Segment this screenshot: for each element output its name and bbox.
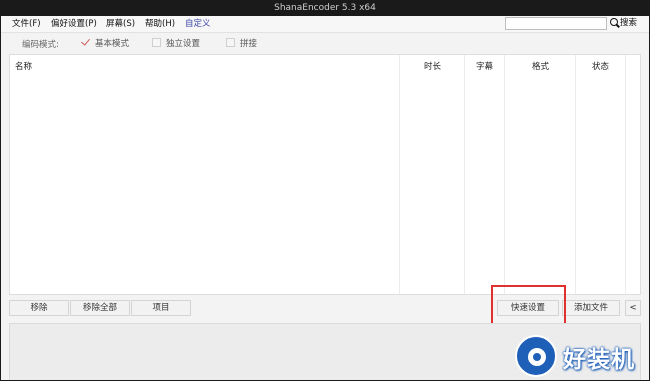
window-title: ShanaEncoder 5.3 x64 (274, 3, 376, 13)
column-header-name[interactable]: 名称 (15, 60, 32, 72)
watermark-logo: 好装机 (515, 335, 649, 380)
app-window: ShanaEncoder 5.3 x64 文件(F) 偏好设置(P) 屏幕(S)… (0, 0, 650, 381)
mode-option-independent-label: 独立设置 (166, 39, 201, 49)
title-bar: ShanaEncoder 5.3 x64 (1, 1, 649, 16)
checkbox-unchecked-icon[interactable] (152, 38, 161, 47)
column-header-duration[interactable]: 时长 (424, 60, 441, 72)
item-button[interactable]: 项目 (131, 300, 191, 316)
menu-help[interactable]: 帮助(H) (145, 18, 175, 31)
column-header-status[interactable]: 状态 (592, 60, 609, 72)
mode-option-concat-label: 拼接 (240, 39, 258, 49)
add-file-button[interactable]: 添加文件 (562, 300, 620, 316)
menu-screen[interactable]: 屏幕(S) (106, 18, 135, 31)
column-format: 格式 (505, 55, 576, 294)
mode-option-basic[interactable]: 基本模式 (81, 37, 129, 49)
collapse-button[interactable]: < (625, 300, 641, 316)
column-status: 状态 (576, 55, 626, 294)
menu-preferences[interactable]: 偏好设置(P) (51, 18, 97, 31)
column-header-subtitle[interactable]: 字幕 (476, 60, 493, 72)
search-icon (610, 18, 618, 26)
file-list[interactable]: 名称 时长 字幕 格式 状态 (9, 54, 641, 295)
remove-button[interactable]: 移除 (9, 300, 69, 316)
mode-option-basic-label: 基本模式 (95, 39, 130, 49)
checkbox-checked-icon[interactable] (81, 38, 90, 47)
search-input[interactable] (505, 17, 607, 30)
column-duration: 时长 (400, 55, 465, 294)
mode-option-concat[interactable]: 拼接 (226, 37, 257, 49)
watermark-text: 好装机 (563, 347, 635, 373)
encoding-mode-bar: 编码模式: 基本模式 独立设置 拼接 (1, 34, 649, 52)
remove-all-button[interactable]: 移除全部 (70, 300, 130, 316)
column-header-format[interactable]: 格式 (532, 60, 549, 72)
column-subtitle: 字幕 (465, 55, 505, 294)
search-button[interactable]: 搜索 (610, 17, 646, 30)
menu-file[interactable]: 文件(F) (12, 18, 41, 31)
menu-custom[interactable]: 自定义 (185, 18, 211, 31)
mode-option-independent[interactable]: 独立设置 (152, 37, 200, 49)
encoding-mode-label: 编码模式: (22, 40, 59, 50)
checkbox-unchecked-icon[interactable] (226, 38, 235, 47)
column-name: 名称 (10, 55, 400, 294)
eye-icon (515, 335, 557, 377)
search-button-label: 搜索 (620, 18, 638, 28)
